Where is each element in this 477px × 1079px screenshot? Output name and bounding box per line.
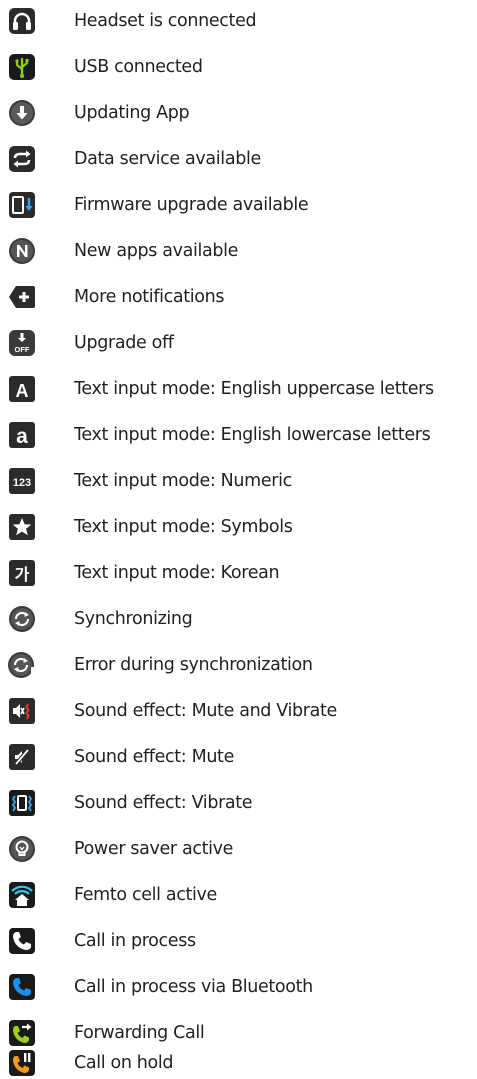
list-item: Femto cell active [0,880,477,910]
list-item-label: Call on hold [74,1053,174,1073]
more-notifications-icon [7,282,37,312]
star-icon [7,512,37,542]
list-item-label: Data service available [74,149,261,169]
list-item: USB connected [0,52,477,82]
list-item-label: Sound effect: Mute and Vibrate [74,701,337,721]
call-icon [7,926,37,956]
list-item-label: Power saver active [74,839,234,859]
list-item-label: Text input mode: English lowercase lette… [74,425,431,445]
list-item: Error during synchronization [0,650,477,680]
list-item: New apps available [0,236,477,266]
sync-error-icon [7,650,37,680]
list-item-label: Synchronizing [74,609,193,629]
list-item: Call in process via Bluetooth [0,972,477,1002]
list-item-label: Error during synchronization [74,655,313,675]
list-item-label: Text input mode: English uppercase lette… [74,379,434,399]
lowercase-a-icon: a [7,420,37,450]
list-item: Call in process [0,926,477,956]
vibrate-icon [7,788,37,818]
upgrade-off-text: OFF [15,345,30,354]
list-item: A Text input mode: English uppercase let… [0,374,477,404]
numeric-icon: 123 [7,466,37,496]
new-apps-icon [7,236,37,266]
list-item: 123 Text input mode: Numeric [0,466,477,496]
list-item-label: Text input mode: Numeric [74,471,292,491]
list-item-label: Sound effect: Mute [74,747,234,767]
list-item-label: Sound effect: Vibrate [74,793,253,813]
sync-icon [7,604,37,634]
korean-text: 가 [15,565,30,584]
list-item-label: Updating App [74,103,190,123]
list-item-label: Headset is connected [74,11,257,31]
list-item-label: USB connected [74,57,203,77]
list-item-label: Text input mode: Korean [74,563,280,583]
upgrade-off-icon: OFF [7,328,37,358]
list-item: 가 Text input mode: Korean [0,558,477,588]
korean-icon: 가 [7,558,37,588]
mute-icon [7,742,37,772]
numeric-text: 123 [13,477,31,489]
list-item: Text input mode: Symbols [0,512,477,542]
list-item: Updating App [0,98,477,128]
list-item-label: Firmware upgrade available [74,195,309,215]
uppercase-a-text: A [16,381,29,401]
call-hold-icon [7,1048,37,1078]
mute-vibrate-icon [7,696,37,726]
list-item: More notifications [0,282,477,312]
list-item-label: Femto cell active [74,885,217,905]
femto-cell-icon [7,880,37,910]
list-item: a Text input mode: English lowercase let… [0,420,477,450]
list-item: Call on hold [0,1048,477,1078]
list-item: Forwarding Call [0,1018,477,1048]
list-item-label: Text input mode: Symbols [74,517,293,537]
list-item-label: Call in process via Bluetooth [74,977,313,997]
list-item: Firmware upgrade available [0,190,477,220]
lowercase-a-text: a [16,425,28,448]
list-item: Power saver active [0,834,477,864]
list-item: Sound effect: Vibrate [0,788,477,818]
list-item: Synchronizing [0,604,477,634]
list-item: Data service available [0,144,477,174]
firmware-upgrade-icon [7,190,37,220]
headset-icon [7,6,37,36]
usb-icon [7,52,37,82]
list-item-label: Upgrade off [74,333,174,353]
forwarding-call-icon [7,1018,37,1048]
uppercase-a-icon: A [7,374,37,404]
list-item: Sound effect: Mute and Vibrate [0,696,477,726]
list-item-label: More notifications [74,287,225,307]
list-item-label: Forwarding Call [74,1023,205,1043]
call-bluetooth-icon [7,972,37,1002]
sync-arrows-icon [7,144,37,174]
list-item: Headset is connected [0,6,477,36]
download-arrow-icon [7,98,37,128]
list-item: Sound effect: Mute [0,742,477,772]
list-item: OFF Upgrade off [0,328,477,358]
list-item-label: New apps available [74,241,239,261]
list-item-label: Call in process [74,931,196,951]
power-saver-icon [7,834,37,864]
